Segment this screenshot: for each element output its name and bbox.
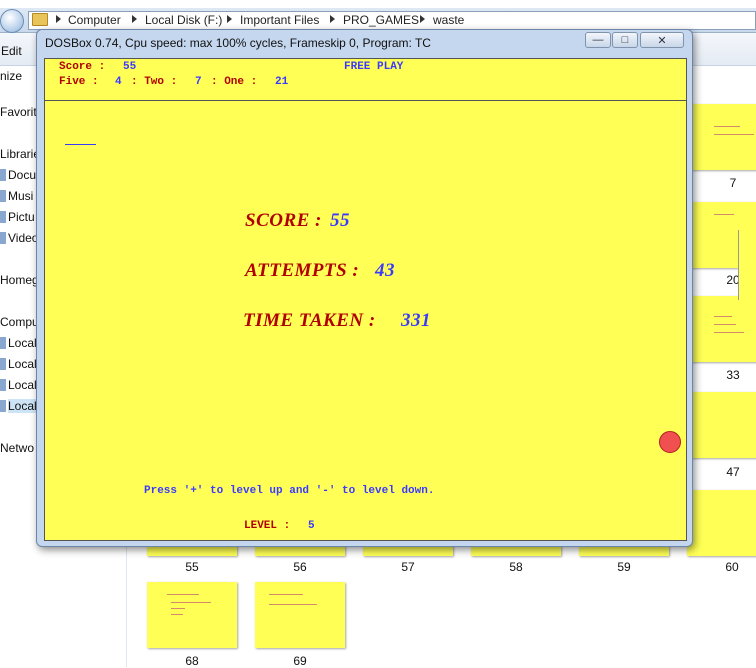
thumbnail[interactable] <box>147 582 237 648</box>
videos-icon <box>0 232 6 244</box>
hud-divider <box>45 100 686 101</box>
result-attempts-value: 43 <box>375 260 395 281</box>
sidebar-item-videos[interactable]: Video <box>8 231 38 245</box>
level-label: LEVEL : <box>244 520 291 532</box>
result-score-label: SCORE : <box>245 210 322 231</box>
maximize-button[interactable]: □ <box>612 32 638 48</box>
file-name[interactable]: 59 <box>579 560 669 574</box>
thumbnail[interactable] <box>686 296 756 362</box>
level-hint: Press '+' to level up and '-' to level d… <box>144 485 435 497</box>
ball <box>659 431 681 453</box>
sidebar-item-computer[interactable]: Compu <box>0 315 39 329</box>
thumbnail[interactable] <box>738 230 756 300</box>
thumbnail[interactable] <box>255 582 345 648</box>
sidebar-item-local-disk-1[interactable]: Local <box>8 336 37 350</box>
hud-score-value: 55 <box>123 61 137 73</box>
dosbox-window[interactable]: DOSBox 0.74, Cpu speed: max 100% cycles,… <box>36 29 693 547</box>
disk-icon <box>0 400 6 412</box>
hud-five-value: 4 <box>115 76 122 88</box>
menu-edit[interactable]: Edit <box>1 44 22 58</box>
sidebar-item-documents[interactable]: Docu <box>8 168 36 182</box>
file-name[interactable]: 57 <box>363 560 453 574</box>
file-name[interactable]: 69 <box>255 654 345 668</box>
hud-two-value: 7 <box>195 76 202 88</box>
sidebar-item-pictures[interactable]: Pictu <box>8 210 35 224</box>
file-name[interactable]: 58 <box>471 560 561 574</box>
hud-two-label: : Two : <box>131 76 178 88</box>
breadcrumb-arrow-icon[interactable] <box>330 15 335 23</box>
back-button[interactable] <box>0 9 24 33</box>
paddle <box>65 144 96 145</box>
maximize-icon: □ <box>621 34 629 46</box>
thumbnail[interactable] <box>686 104 756 170</box>
game-mode-label: FREE PLAY <box>344 61 404 73</box>
breadcrumb-waste[interactable]: waste <box>433 13 464 27</box>
sidebar-item-network[interactable]: Netwo <box>0 441 34 455</box>
breadcrumb-local-disk[interactable]: Local Disk (F:) <box>145 13 222 27</box>
folder-icon <box>32 13 48 26</box>
game-screen[interactable]: Score : 55 FREE PLAY Five : 4 : Two : 7 … <box>44 58 687 541</box>
file-name[interactable]: 56 <box>255 560 345 574</box>
sidebar-item-local-disk-4[interactable]: Local <box>8 399 37 413</box>
sidebar-item-favorites[interactable]: Favorit <box>0 105 37 119</box>
disk-icon <box>0 358 6 370</box>
file-name[interactable]: 55 <box>147 560 237 574</box>
disk-icon <box>0 379 6 391</box>
window-title: DOSBox 0.74, Cpu speed: max 100% cycles,… <box>45 36 431 50</box>
result-time-label: TIME TAKEN : <box>243 310 376 331</box>
breadcrumb-computer[interactable]: Computer <box>68 13 121 27</box>
thumbnail[interactable] <box>687 490 756 556</box>
documents-icon <box>0 169 6 181</box>
hud-one-value: 21 <box>275 76 289 88</box>
breadcrumb-important-files[interactable]: Important Files <box>240 13 319 27</box>
sidebar-item-local-disk-3[interactable]: Local <box>8 378 37 392</box>
music-icon <box>0 190 6 202</box>
breadcrumb-arrow-icon[interactable] <box>132 15 137 23</box>
sidebar-item-homegroup[interactable]: Homeg <box>0 273 39 287</box>
file-name[interactable]: 60 <box>687 560 756 574</box>
breadcrumb-arrow-icon[interactable] <box>56 15 61 23</box>
result-time-value: 331 <box>401 310 431 331</box>
pictures-icon <box>0 211 6 223</box>
file-name[interactable]: 33 <box>688 368 756 382</box>
file-name[interactable]: 68 <box>147 654 237 668</box>
hud-five-label: Five : <box>59 76 99 88</box>
level-value: 5 <box>308 520 315 532</box>
breadcrumb-arrow-icon[interactable] <box>420 15 425 23</box>
result-attempts-label: ATTEMPTS : <box>245 260 360 281</box>
disk-icon <box>0 337 6 349</box>
thumbnail[interactable] <box>686 392 756 458</box>
result-score-value: 55 <box>330 210 350 231</box>
sidebar-item-libraries[interactable]: Librarie <box>0 147 40 161</box>
sidebar-item-music[interactable]: Musi <box>8 189 33 203</box>
breadcrumb-pro-games[interactable]: PRO_GAMES <box>343 13 419 27</box>
minimize-icon: — <box>592 34 604 46</box>
hud-score-label: Score : <box>59 61 106 73</box>
close-icon: ✕ <box>657 34 667 47</box>
organize-button[interactable]: nize <box>0 69 22 83</box>
close-button[interactable]: ✕ <box>640 32 684 48</box>
breadcrumb-arrow-icon[interactable] <box>227 15 232 23</box>
minimize-button[interactable]: — <box>585 32 611 48</box>
sidebar-item-local-disk-2[interactable]: Local <box>8 357 37 371</box>
file-name[interactable]: 47 <box>688 465 756 479</box>
hud-one-label: : One : <box>211 76 258 88</box>
file-name[interactable]: 7 <box>688 176 756 190</box>
